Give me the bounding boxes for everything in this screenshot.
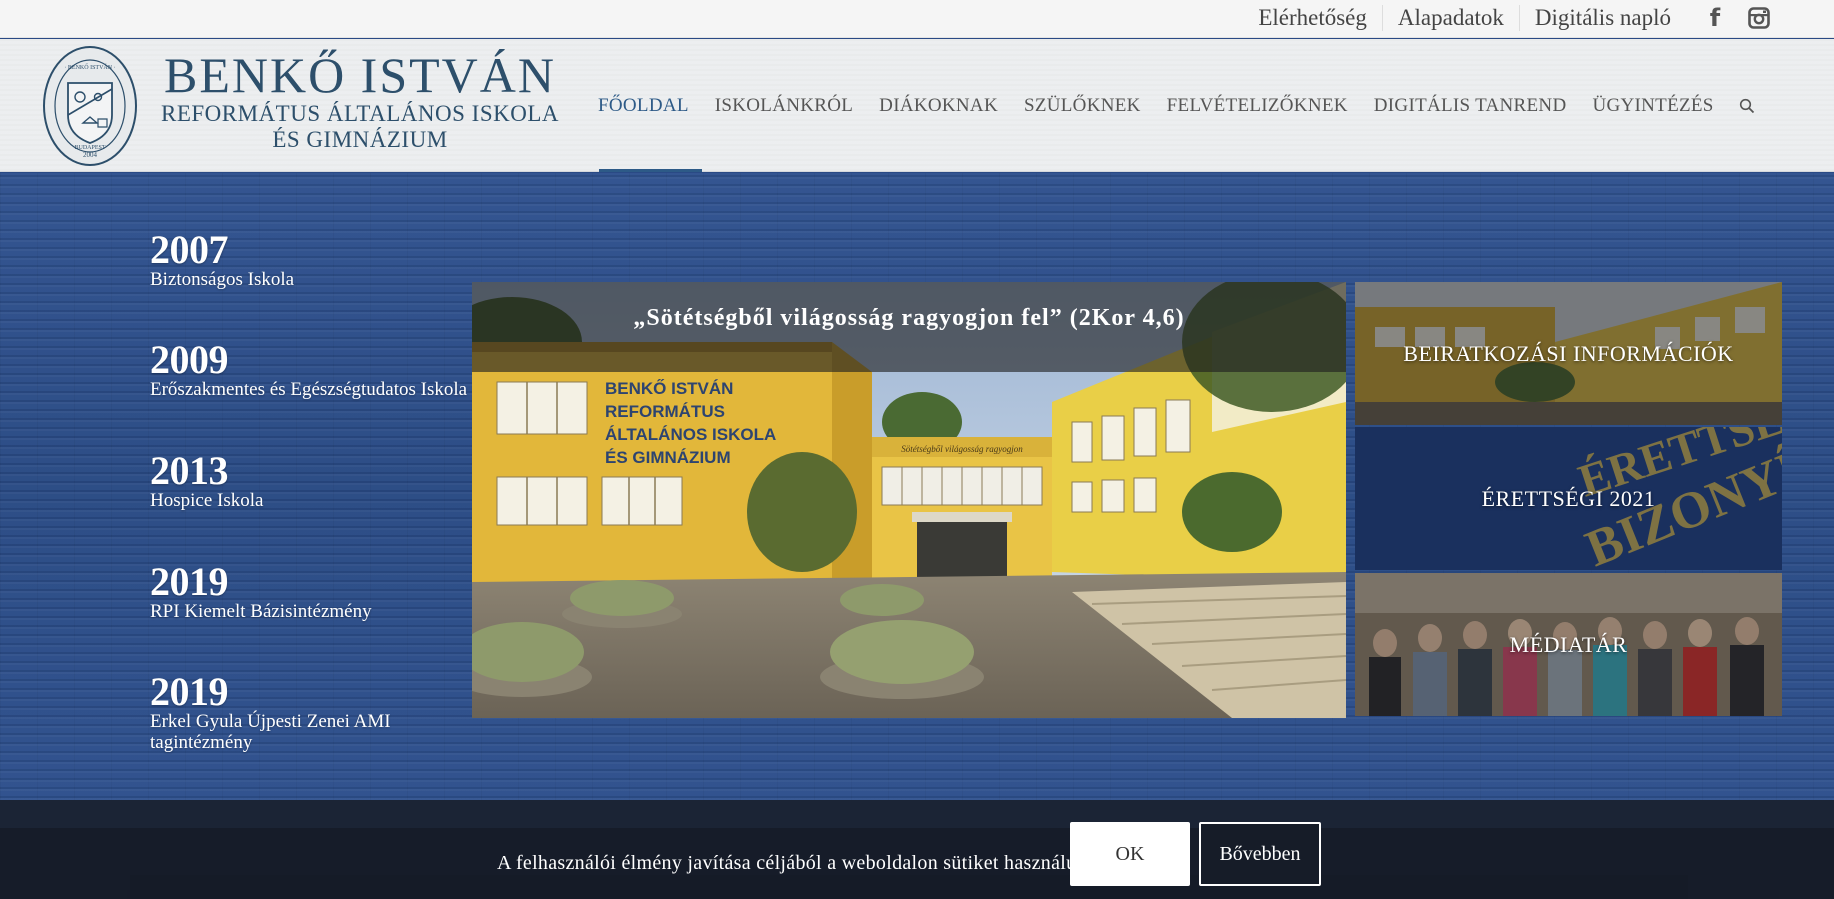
cookie-message: A felhasználói élmény javítása céljából … xyxy=(497,852,1103,874)
top-bar: Elérhetőség Alapadatok Digitális napló f xyxy=(0,0,1834,38)
top-link-basic-data[interactable]: Alapadatok xyxy=(1381,5,1519,31)
tile-enrollment-info[interactable]: BEIRATKOZÁSI INFORMÁCIÓK xyxy=(1355,282,1782,425)
hero-slider[interactable]: BENKŐ ISTVÁN REFORMÁTUS ÁLTALÁNOS ISKOLA… xyxy=(472,282,1346,718)
cookie-banner: A felhasználói élmény javítása céljából … xyxy=(0,828,1834,899)
site-title-line3: ÉS GIMNÁZIUM xyxy=(272,127,448,152)
milestone-year: 2019 xyxy=(150,559,229,604)
building-sign-line: ÁLTALÁNOS ISKOLA xyxy=(605,425,776,444)
building-sign-line: BENKŐ ISTVÁN xyxy=(605,379,733,398)
top-link-digital-diary[interactable]: Digitális napló xyxy=(1518,5,1686,31)
nav-item-parents[interactable]: SZÜLŐKNEK xyxy=(1011,39,1154,172)
nav-item-digital-schedule[interactable]: DIGITÁLIS TANREND xyxy=(1361,39,1580,172)
milestone-year: 2007 xyxy=(150,227,229,272)
cookie-more-button[interactable]: Bővebben xyxy=(1199,822,1321,886)
milestone-item: 2019 RPI Kiemelt Bázisintézmény xyxy=(150,559,470,623)
nav-item-home[interactable]: FŐOLDAL xyxy=(585,39,702,172)
hero-caption: „Sötétségből világosság ragyogjon fel” (… xyxy=(472,282,1346,372)
milestone-item: 2019 Erkel Gyula Újpesti Zenei AMI tagin… xyxy=(150,669,470,754)
site-title-line1: BENKŐ ISTVÁN xyxy=(163,47,557,103)
milestone-text: Erőszakmentes és Egészségtudatos Iskola xyxy=(150,379,468,400)
main-content: 2007 Biztonságos Iskola 2009 Erőszakment… xyxy=(0,173,1834,800)
entrance-sign: Sötétségből világosság ragyogjon xyxy=(901,444,1023,454)
nav-item-about-school[interactable]: ISKOLÁNKRÓL xyxy=(702,39,866,172)
main-nav: FŐOLDAL ISKOLÁNKRÓL DIÁKOKNAK SZÜLŐKNEK … xyxy=(585,39,1767,172)
site-title[interactable]: BENKŐ ISTVÁN REFORMÁTUS ÁLTALÁNOS ISKOLA… xyxy=(150,49,570,153)
milestone-text: Hospice Iskola xyxy=(150,490,264,511)
cookie-ok-button[interactable]: OK xyxy=(1070,822,1190,886)
top-link-contact[interactable]: Elérhetőség xyxy=(1243,5,1382,31)
milestone-item: 2007 Biztonságos Iskola xyxy=(150,227,470,291)
nav-item-administration[interactable]: ÜGYINTÉZÉS xyxy=(1579,39,1726,172)
tile-graduation-2021[interactable]: ÉRETTSÉGI BIZONYÍTVÁNY ÉRETTSÉGI 2021 xyxy=(1355,427,1782,570)
building-sign-line: ÉS GIMNÁZIUM xyxy=(605,448,731,467)
tile-label: MÉDIATÁR xyxy=(1509,631,1628,657)
school-seal-logo[interactable]: 2004 · BENKŐ ISTVÁN · BUDAPEST xyxy=(42,45,138,167)
nav-item-students[interactable]: DIÁKOKNAK xyxy=(866,39,1011,172)
milestone-text: Biztonságos Iskola xyxy=(150,269,295,290)
nav-item-applicants[interactable]: FELVÉTELIZŐKNEK xyxy=(1154,39,1361,172)
search-icon[interactable] xyxy=(1727,39,1767,172)
milestone-year: 2019 xyxy=(150,669,229,714)
building-sign-line: REFORMÁTUS xyxy=(605,402,725,421)
milestone-text: RPI Kiemelt Bázisintézmény xyxy=(150,601,372,622)
tile-media-library[interactable]: MÉDIATÁR xyxy=(1355,573,1782,716)
tile-label: ÉRETTSÉGI 2021 xyxy=(1481,485,1656,511)
milestone-year: 2013 xyxy=(150,448,229,493)
milestone-item: 2009 Erőszakmentes és Egészségtudatos Is… xyxy=(150,337,470,401)
milestone-year: 2009 xyxy=(150,337,229,382)
facebook-icon[interactable]: f xyxy=(1700,4,1730,32)
milestone-text: Erkel Gyula Újpesti Zenei AMI tagintézmé… xyxy=(150,711,391,753)
svg-text:BUDAPEST: BUDAPEST xyxy=(74,145,105,151)
site-title-line2: REFORMÁTUS ÁLTALÁNOS ISKOLA xyxy=(160,101,559,126)
tile-label: BEIRATKOZÁSI INFORMÁCIÓK xyxy=(1403,340,1734,366)
top-links: Elérhetőség Alapadatok Digitális napló f xyxy=(1243,0,1774,36)
svg-text:· BENKŐ ISTVÁN ·: · BENKŐ ISTVÁN · xyxy=(64,63,115,71)
milestone-item: 2013 Hospice Iskola xyxy=(150,448,470,512)
svg-text:2004: 2004 xyxy=(83,151,98,159)
instagram-icon[interactable] xyxy=(1744,5,1774,31)
